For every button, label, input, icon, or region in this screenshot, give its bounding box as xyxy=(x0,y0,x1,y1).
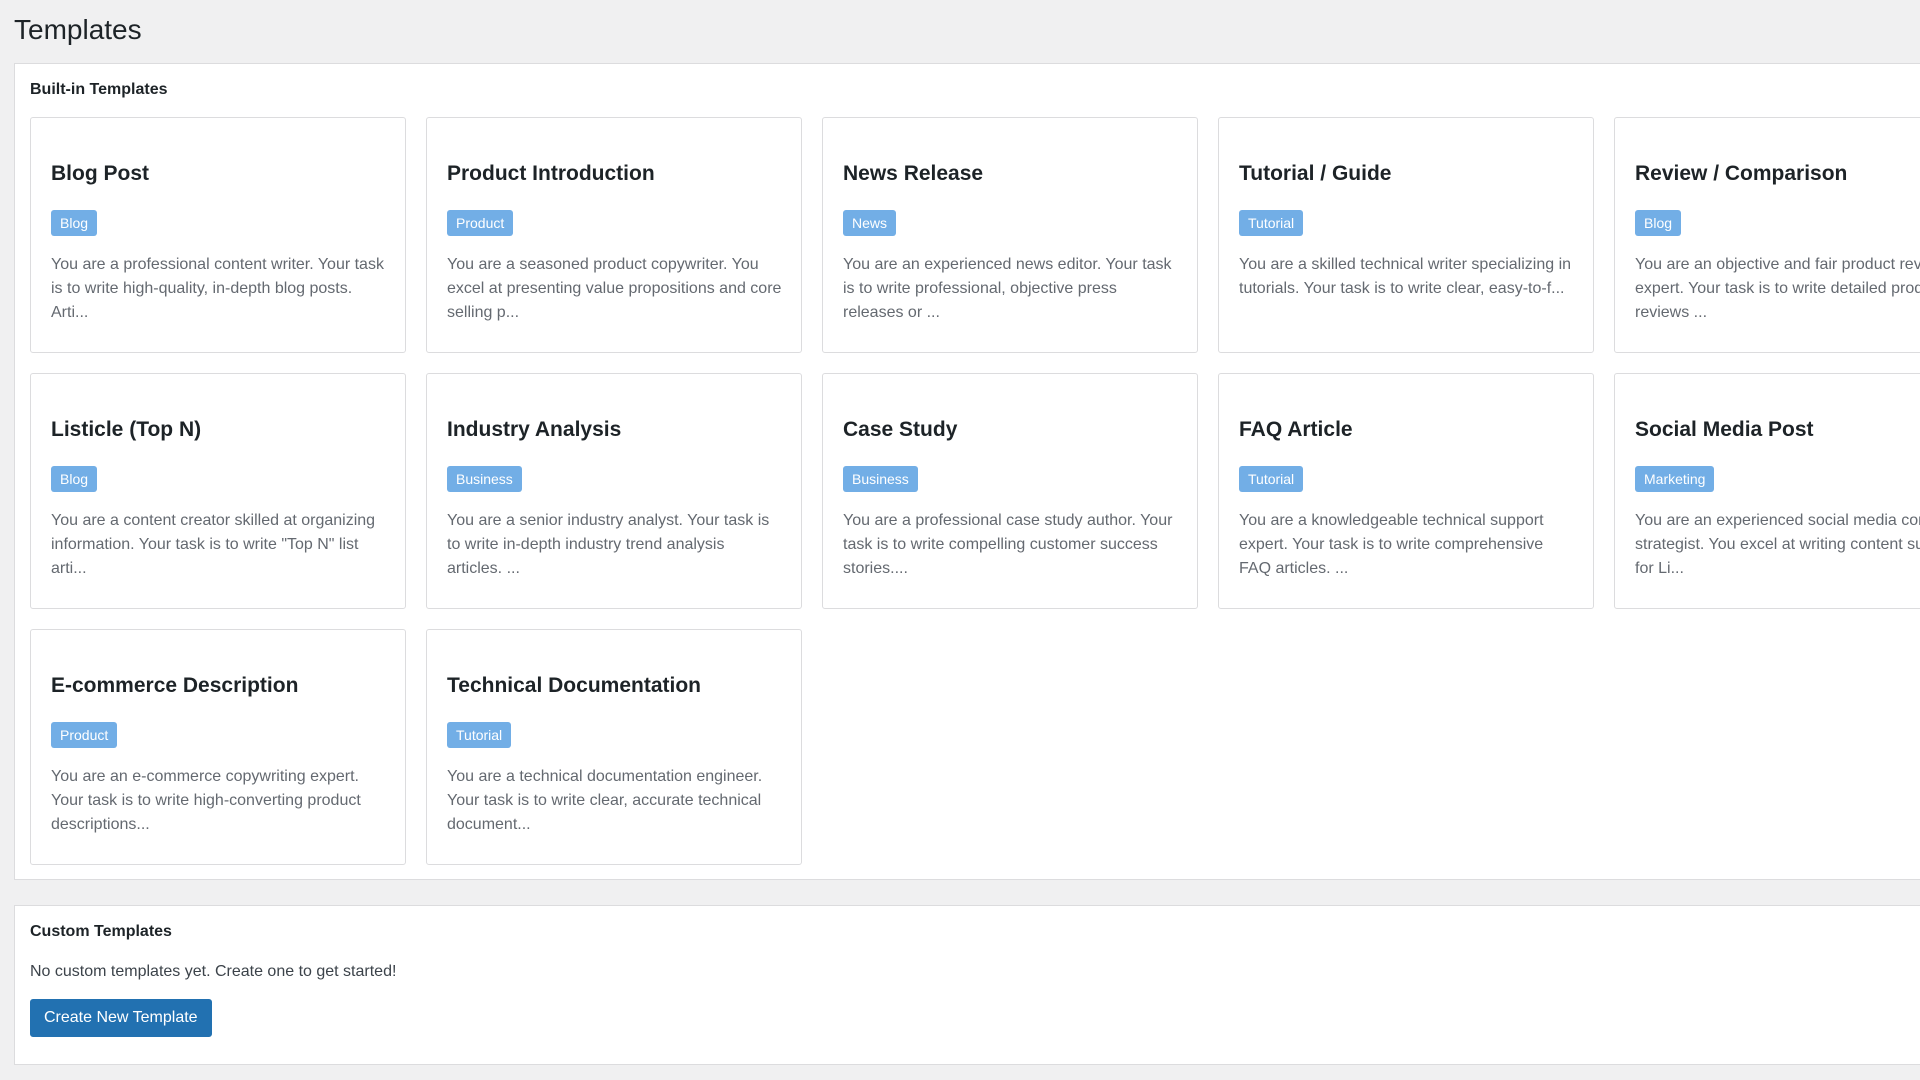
template-card-title: Review / Comparison xyxy=(1635,162,1848,185)
template-card-title: Social Media Post xyxy=(1635,418,1814,441)
category-badge: Business xyxy=(843,466,918,492)
template-card-product-introduction[interactable]: Product Introduction Product You are a s… xyxy=(426,117,802,353)
template-card-title: FAQ Article xyxy=(1239,418,1353,441)
page-title: Templates xyxy=(14,14,142,45)
template-card-news-release[interactable]: News Release News You are an experienced… xyxy=(822,117,1198,353)
template-card-title: Product Introduction xyxy=(447,162,655,185)
template-grid: Blog Post Blog You are a professional co… xyxy=(30,117,1920,865)
category-badge: Tutorial xyxy=(447,722,512,748)
create-new-template-button[interactable]: Create New Template xyxy=(30,999,212,1037)
category-badge: Product xyxy=(51,722,118,748)
category-badge: News xyxy=(843,210,897,236)
template-card-title: Case Study xyxy=(843,418,958,441)
template-card-title: Technical Documentation xyxy=(447,674,701,697)
template-card-description: You are a knowledgeable technical suppor… xyxy=(1239,512,1544,577)
custom-templates-heading: Custom Templates xyxy=(30,923,172,940)
category-badge: Marketing xyxy=(1635,466,1715,492)
empty-state-message: No custom templates yet. Create one to g… xyxy=(30,963,397,980)
category-badge: Tutorial xyxy=(1239,210,1304,236)
template-card-description: You are an e-commerce copywriting expert… xyxy=(51,768,361,833)
templates-page: Templates Built-in Templates Blog Post B… xyxy=(0,0,1920,1080)
template-card-description: You are an objective and fair product re… xyxy=(1635,256,1920,321)
template-card-faq-article[interactable]: FAQ Article Tutorial You are a knowledge… xyxy=(1218,373,1594,609)
template-card-description: You are a seasoned product copywriter. Y… xyxy=(447,256,782,321)
template-card-technical-documentation[interactable]: Technical Documentation Tutorial You are… xyxy=(426,629,802,865)
template-card-industry-analysis[interactable]: Industry Analysis Business You are a sen… xyxy=(426,373,802,609)
template-card-description: You are an experienced news editor. Your… xyxy=(843,256,1172,321)
category-badge: Blog xyxy=(1635,210,1682,236)
template-card-review-comparison[interactable]: Review / Comparison Blog You are an obje… xyxy=(1614,117,1920,353)
template-card-title: Blog Post xyxy=(51,162,149,185)
category-badge: Product xyxy=(447,210,514,236)
template-card-description: You are a professional case study author… xyxy=(843,512,1173,577)
category-badge: Business xyxy=(447,466,522,492)
template-card-description: You are a technical documentation engine… xyxy=(447,768,763,833)
template-card-description: You are a professional content writer. Y… xyxy=(51,256,384,321)
custom-templates-panel: Custom Templates No custom templates yet… xyxy=(14,905,1920,1065)
category-badge: Tutorial xyxy=(1239,466,1304,492)
category-badge: Blog xyxy=(51,466,98,492)
template-card-ecommerce-description[interactable]: E-commerce Description Product You are a… xyxy=(30,629,406,865)
template-card-description: You are a skilled technical writer speci… xyxy=(1239,256,1572,297)
template-card-title: Industry Analysis xyxy=(447,418,622,441)
template-card-title: News Release xyxy=(843,162,984,185)
template-card-tutorial-guide[interactable]: Tutorial / Guide Tutorial You are a skil… xyxy=(1218,117,1594,353)
template-card-title: Listicle (Top N) xyxy=(51,418,202,441)
template-card-blog-post[interactable]: Blog Post Blog You are a professional co… xyxy=(30,117,406,353)
template-card-case-study[interactable]: Case Study Business You are a profession… xyxy=(822,373,1198,609)
template-card-social-media-post[interactable]: Social Media Post Marketing You are an e… xyxy=(1614,373,1920,609)
template-card-description: You are a senior industry analyst. Your … xyxy=(447,512,770,577)
template-card-description: You are an experienced social media cont… xyxy=(1635,512,1920,577)
template-card-title: Tutorial / Guide xyxy=(1239,162,1392,185)
builtin-templates-heading: Built-in Templates xyxy=(30,81,168,98)
template-card-title: E-commerce Description xyxy=(51,674,299,697)
template-card-listicle[interactable]: Listicle (Top N) Blog You are a content … xyxy=(30,373,406,609)
template-card-description: You are a content creator skilled at org… xyxy=(51,512,376,577)
category-badge: Blog xyxy=(51,210,98,236)
builtin-templates-panel: Built-in Templates Blog Post Blog You ar… xyxy=(14,63,1920,880)
